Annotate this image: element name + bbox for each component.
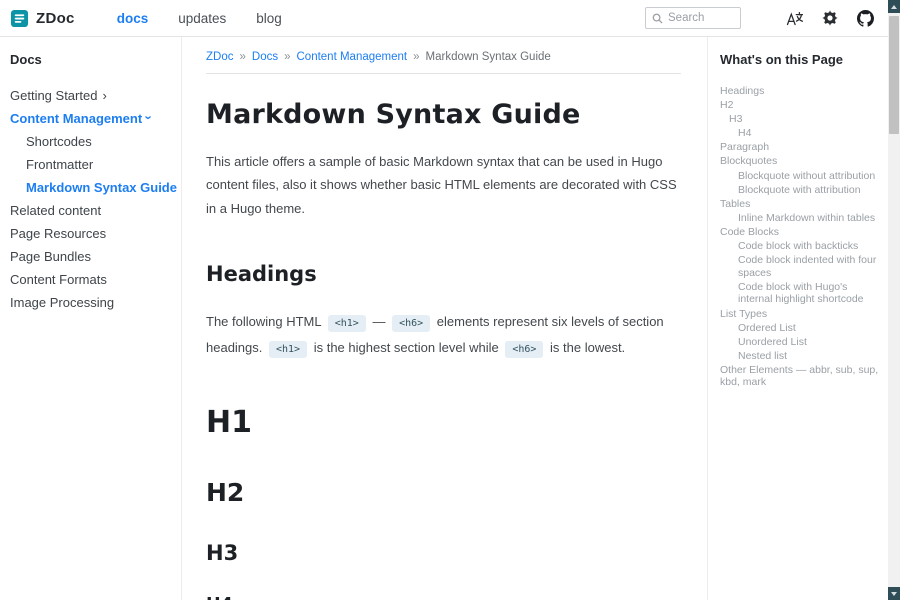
toc-item-h3[interactable]: H3: [720, 113, 880, 126]
text-run: The following HTML: [206, 314, 325, 329]
inline-code-h6: <h6>: [392, 315, 430, 332]
sidebar-item-content-formats[interactable]: Content Formats: [10, 268, 173, 291]
github-icon[interactable]: [857, 10, 874, 27]
sample-heading-h2: H2: [206, 478, 681, 507]
page-title: Markdown Syntax Guide: [206, 99, 681, 130]
sidebar-item-markdown-syntax-guide[interactable]: Markdown Syntax Guide: [10, 176, 173, 199]
nav-link-docs[interactable]: docs: [117, 11, 149, 26]
main-content: ZDoc » Docs » Content Management » Markd…: [182, 37, 707, 600]
gear-icon[interactable]: [822, 10, 838, 26]
sidebar-item-label: Shortcodes: [26, 134, 92, 149]
sidebar-item-related-content[interactable]: Related content: [10, 199, 173, 222]
inline-code-h6: <h6>: [505, 341, 543, 358]
inline-code-h1: <h1>: [269, 341, 307, 358]
toc-item-code-blocks[interactable]: Code Blocks: [720, 226, 880, 239]
scroll-down-button[interactable]: [888, 587, 900, 600]
brand[interactable]: ZDoc: [10, 9, 75, 28]
scrollbar-track[interactable]: [888, 13, 900, 587]
nav-link-updates[interactable]: updates: [178, 11, 226, 26]
toc-item-code-block-indented[interactable]: Code block indented with four spaces: [720, 254, 880, 279]
toc-item-headings[interactable]: Headings: [720, 85, 880, 98]
breadcrumb-separator: »: [284, 51, 290, 63]
top-navbar: ZDoc docs updates blog: [0, 0, 888, 37]
toc-item-inline-markdown-within-tables[interactable]: Inline Markdown within tables: [720, 212, 880, 225]
toc-item-blockquotes[interactable]: Blockquotes: [720, 155, 880, 168]
breadcrumb-divider: [206, 73, 681, 74]
sidebar-item-label: Image Processing: [10, 295, 114, 310]
toc-item-code-block-highlight-shortcode[interactable]: Code block with Hugo's internal highligh…: [720, 281, 880, 306]
page-scrollbar[interactable]: [888, 0, 900, 600]
toc-item-list-types[interactable]: List Types: [720, 308, 880, 321]
toc-item-nested-list[interactable]: Nested list: [720, 350, 880, 363]
docs-sidebar: Docs Getting Started › Content Managemen…: [0, 37, 182, 600]
breadcrumb-separator: »: [239, 51, 245, 63]
toc-item-other-elements[interactable]: Other Elements — abbr, sub, sup, kbd, ma…: [720, 364, 880, 389]
headings-paragraph: The following HTML <h1> — <h6> elements …: [206, 309, 681, 361]
text-run: is the lowest.: [546, 340, 625, 355]
breadcrumb-link-docs[interactable]: Docs: [252, 51, 278, 63]
brand-name: ZDoc: [36, 10, 75, 27]
search-box[interactable]: [645, 7, 741, 29]
translate-icon[interactable]: [786, 11, 803, 26]
sidebar-item-label: Getting Started: [10, 88, 97, 103]
sidebar-item-frontmatter[interactable]: Frontmatter: [10, 153, 173, 176]
brand-logo-icon: [10, 9, 29, 28]
breadcrumb-current: Markdown Syntax Guide: [426, 51, 551, 63]
sample-heading-h3: H3: [206, 541, 681, 565]
breadcrumb-link-zdoc[interactable]: ZDoc: [206, 51, 233, 63]
scrollbar-thumb[interactable]: [889, 16, 899, 134]
sidebar-item-label: Page Resources: [10, 226, 106, 241]
toc-item-ordered-list[interactable]: Ordered List: [720, 322, 880, 335]
sidebar-item-image-processing[interactable]: Image Processing: [10, 291, 173, 314]
top-nav-links: docs updates blog: [117, 11, 282, 26]
section-heading-headings: Headings: [206, 262, 681, 286]
inline-code-h1: <h1>: [328, 315, 366, 332]
page: ZDoc docs updates blog: [0, 0, 888, 600]
chevron-right-icon: ›: [102, 89, 106, 102]
topbar-right: [645, 7, 874, 29]
sidebar-item-content-management[interactable]: Content Management ›: [10, 107, 173, 130]
toc-item-h4[interactable]: H4: [720, 127, 880, 140]
sample-heading-h4: H4: [206, 595, 681, 600]
toc-item-h2[interactable]: H2: [720, 99, 880, 112]
breadcrumb-link-content-management[interactable]: Content Management: [297, 51, 408, 63]
sidebar-item-label: Content Formats: [10, 272, 107, 287]
search-icon: [652, 13, 663, 24]
toc-item-blockquote-without-attribution[interactable]: Blockquote without attribution: [720, 170, 880, 183]
breadcrumb-separator: »: [413, 51, 419, 63]
sidebar-item-label: Content Management: [10, 111, 142, 126]
breadcrumb: ZDoc » Docs » Content Management » Markd…: [206, 51, 681, 63]
scroll-up-button[interactable]: [888, 0, 900, 13]
toc-item-paragraph[interactable]: Paragraph: [720, 141, 880, 154]
toc-item-code-block-with-backticks[interactable]: Code block with backticks: [720, 240, 880, 253]
sidebar-item-label: Related content: [10, 203, 101, 218]
sidebar-item-shortcodes[interactable]: Shortcodes: [10, 130, 173, 153]
sidebar-item-label: Frontmatter: [26, 157, 93, 172]
nav-link-blog[interactable]: blog: [256, 11, 282, 26]
chevron-down-icon: ›: [143, 115, 156, 119]
sidebar-item-getting-started[interactable]: Getting Started ›: [10, 84, 173, 107]
toc-item-unordered-list[interactable]: Unordered List: [720, 336, 880, 349]
text-run: is the highest section level while: [310, 340, 502, 355]
sidebar-title: Docs: [10, 52, 173, 67]
page-toc: What's on this Page Headings H2 H3 H4 Pa…: [707, 37, 888, 600]
arrow-down-icon: [891, 592, 897, 596]
search-input[interactable]: [668, 12, 734, 24]
toc-title: What's on this Page: [720, 52, 880, 67]
content-row: Docs Getting Started › Content Managemen…: [0, 37, 888, 600]
toc-item-tables[interactable]: Tables: [720, 198, 880, 211]
sidebar-item-label: Markdown Syntax Guide: [26, 180, 177, 195]
sidebar-item-label: Page Bundles: [10, 249, 91, 264]
intro-paragraph: This article offers a sample of basic Ma…: [206, 150, 681, 220]
arrow-up-icon: [891, 5, 897, 9]
text-run: —: [369, 314, 389, 329]
sidebar-item-page-resources[interactable]: Page Resources: [10, 222, 173, 245]
sample-heading-h1: H1: [206, 405, 681, 440]
sidebar-item-page-bundles[interactable]: Page Bundles: [10, 245, 173, 268]
toc-item-blockquote-with-attribution[interactable]: Blockquote with attribution: [720, 184, 880, 197]
